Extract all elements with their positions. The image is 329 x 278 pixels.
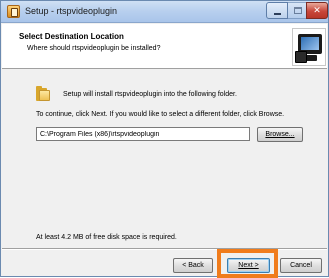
next-label: Next > — [238, 262, 259, 269]
wizard-header: Select Destination Location Where should… — [2, 24, 327, 69]
wizard-monitor-icon — [292, 28, 326, 66]
continue-instructions: To continue, click Next. If you would li… — [36, 111, 285, 118]
window-title: Setup - rtspvideoplugin — [25, 6, 118, 16]
close-button[interactable]: ✕ — [306, 2, 328, 19]
install-message: Setup will install rtspvideoplugin into … — [63, 91, 237, 98]
browse-label: Browse... — [265, 131, 295, 138]
cancel-label: Cancel — [290, 262, 312, 269]
browse-button[interactable]: Browse... — [257, 127, 303, 142]
maximize-button — [287, 2, 307, 19]
minimize-icon — [274, 13, 281, 15]
maximize-icon — [294, 7, 302, 14]
title-bar[interactable]: Setup - rtspvideoplugin ✕ — [1, 1, 328, 23]
back-button[interactable]: < Back — [173, 258, 213, 273]
page-subtitle: Where should rtspvideoplugin be installe… — [27, 45, 161, 52]
setup-window: Setup - rtspvideoplugin ✕ Select Destina… — [0, 0, 329, 278]
back-label: < Back — [182, 262, 204, 269]
folder-icon — [36, 86, 51, 101]
disk-space-note: At least 4.2 MB of free disk space is re… — [36, 234, 177, 241]
monitor-screen — [301, 37, 319, 50]
page-title: Select Destination Location — [19, 32, 124, 41]
footer-divider — [2, 248, 327, 250]
destination-path-input[interactable] — [36, 127, 250, 141]
install-disk-shape — [295, 51, 307, 63]
folder-front — [39, 90, 50, 101]
next-button[interactable]: Next > — [227, 258, 270, 273]
close-icon: ✕ — [313, 5, 321, 15]
minimize-button[interactable] — [266, 2, 288, 19]
setup-app-icon — [7, 5, 20, 18]
cancel-button[interactable]: Cancel — [280, 258, 322, 273]
